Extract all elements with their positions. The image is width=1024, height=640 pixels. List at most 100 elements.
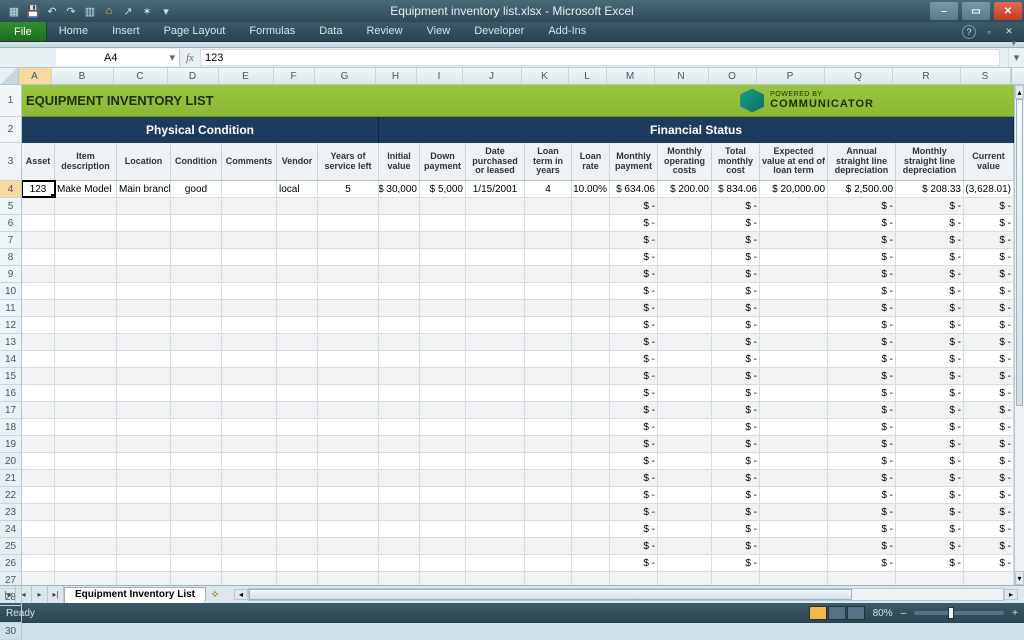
row-header[interactable]: 4 xyxy=(0,181,22,198)
cell[interactable] xyxy=(171,487,222,503)
zoom-in-button[interactable]: + xyxy=(1012,608,1018,619)
cell[interactable] xyxy=(222,283,277,299)
cell[interactable] xyxy=(572,368,610,384)
cell[interactable] xyxy=(760,402,828,418)
row-header[interactable]: 11 xyxy=(0,300,22,317)
cell[interactable] xyxy=(318,334,379,350)
column-header[interactable]: B xyxy=(52,68,114,84)
cell[interactable] xyxy=(277,317,318,333)
cell[interactable] xyxy=(525,368,572,384)
cell[interactable] xyxy=(22,283,55,299)
cell[interactable] xyxy=(466,334,525,350)
cell[interactable] xyxy=(55,283,117,299)
cell[interactable] xyxy=(379,555,420,571)
cell[interactable] xyxy=(318,215,379,231)
cell[interactable]: $ - xyxy=(712,385,760,401)
cell[interactable]: $ - xyxy=(964,317,1014,333)
cell[interactable] xyxy=(22,521,55,537)
view-normal-button[interactable] xyxy=(809,606,827,620)
row-header[interactable]: 15 xyxy=(0,368,22,385)
cell[interactable] xyxy=(712,572,760,585)
cell[interactable] xyxy=(318,300,379,316)
cell[interactable] xyxy=(760,538,828,554)
cell[interactable]: $ - xyxy=(964,470,1014,486)
row-header[interactable]: 8 xyxy=(0,249,22,266)
cell[interactable] xyxy=(22,249,55,265)
cell[interactable] xyxy=(22,487,55,503)
cell[interactable] xyxy=(658,300,712,316)
cell[interactable] xyxy=(117,504,171,520)
cell[interactable] xyxy=(658,487,712,503)
cell[interactable] xyxy=(55,351,117,367)
cell[interactable]: $ - xyxy=(964,504,1014,520)
column-header[interactable]: L xyxy=(569,68,607,84)
cell[interactable]: $ - xyxy=(896,385,964,401)
cell[interactable] xyxy=(277,249,318,265)
cell[interactable]: $ - xyxy=(712,436,760,452)
workbook-close-icon[interactable]: ✕ xyxy=(1002,25,1016,39)
formula-input[interactable]: 123 xyxy=(200,49,1000,66)
cell[interactable] xyxy=(22,419,55,435)
cell[interactable] xyxy=(222,504,277,520)
column-header[interactable]: P xyxy=(757,68,825,84)
cell[interactable] xyxy=(525,470,572,486)
row-header[interactable]: 2 xyxy=(0,117,22,143)
cell[interactable] xyxy=(55,198,117,214)
cell[interactable]: $ - xyxy=(964,419,1014,435)
cell[interactable] xyxy=(171,385,222,401)
cell[interactable] xyxy=(277,555,318,571)
cell[interactable] xyxy=(117,266,171,282)
row-header[interactable]: 17 xyxy=(0,402,22,419)
cell[interactable]: $ - xyxy=(828,504,896,520)
cell[interactable] xyxy=(55,555,117,571)
cell[interactable] xyxy=(222,198,277,214)
cell[interactable] xyxy=(658,453,712,469)
cell[interactable] xyxy=(222,215,277,231)
cell[interactable] xyxy=(277,470,318,486)
cell[interactable] xyxy=(171,232,222,248)
cell[interactable] xyxy=(379,249,420,265)
cell[interactable] xyxy=(610,572,658,585)
cell[interactable]: $ - xyxy=(896,300,964,316)
cell[interactable] xyxy=(525,487,572,503)
cell[interactable]: 5 xyxy=(318,181,379,197)
cell[interactable]: $ - xyxy=(828,402,896,418)
cell[interactable] xyxy=(171,368,222,384)
cell[interactable] xyxy=(277,504,318,520)
cell[interactable] xyxy=(466,538,525,554)
cell[interactable] xyxy=(760,317,828,333)
cell[interactable] xyxy=(760,232,828,248)
cell[interactable] xyxy=(22,317,55,333)
cell[interactable] xyxy=(525,555,572,571)
cell[interactable] xyxy=(22,266,55,282)
fx-icon[interactable]: fx xyxy=(186,52,194,64)
cell[interactable]: $ - xyxy=(964,215,1014,231)
cell[interactable]: $ - xyxy=(828,453,896,469)
cell[interactable] xyxy=(964,572,1014,585)
cell[interactable] xyxy=(318,198,379,214)
cell[interactable]: $ - xyxy=(964,232,1014,248)
cell[interactable] xyxy=(466,504,525,520)
cell[interactable] xyxy=(658,385,712,401)
cell[interactable] xyxy=(379,368,420,384)
close-button[interactable]: ✕ xyxy=(994,2,1022,20)
cell[interactable] xyxy=(117,436,171,452)
cell[interactable] xyxy=(658,351,712,367)
cell[interactable] xyxy=(760,555,828,571)
cell[interactable] xyxy=(760,572,828,585)
cell[interactable] xyxy=(420,198,466,214)
qat-icon[interactable]: ⌂ xyxy=(101,3,117,19)
zoom-slider[interactable] xyxy=(914,611,1004,615)
cell[interactable]: $ - xyxy=(964,538,1014,554)
cell[interactable]: $ - xyxy=(964,402,1014,418)
cell[interactable] xyxy=(379,470,420,486)
cell[interactable] xyxy=(658,538,712,554)
cell[interactable]: $ - xyxy=(896,249,964,265)
cell[interactable]: $ - xyxy=(712,334,760,350)
cell[interactable]: $ - xyxy=(964,521,1014,537)
cell[interactable] xyxy=(55,470,117,486)
cell[interactable] xyxy=(658,521,712,537)
row-header[interactable]: 26 xyxy=(0,555,22,572)
cell[interactable] xyxy=(572,555,610,571)
sheet-nav-last-icon[interactable]: ▸| xyxy=(48,586,64,603)
